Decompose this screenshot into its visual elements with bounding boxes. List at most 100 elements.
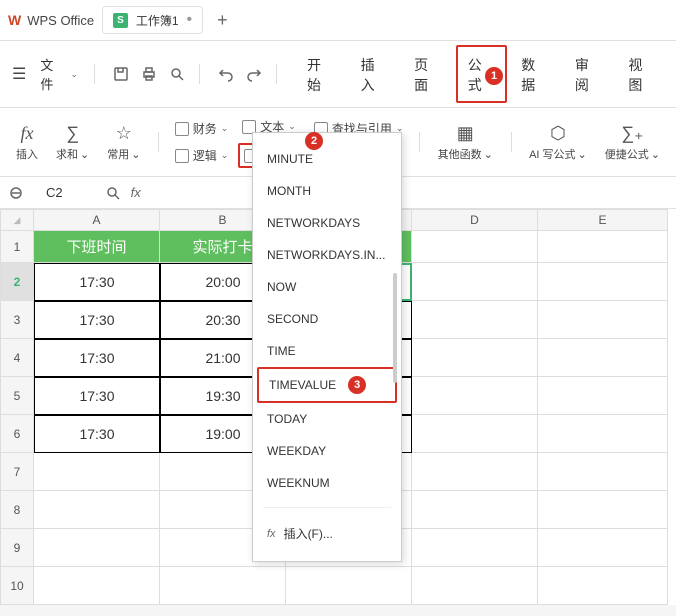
cell[interactable]: 下班时间 — [34, 231, 160, 263]
sigma-icon: ∑ — [66, 122, 79, 144]
cell[interactable] — [412, 567, 538, 605]
cell[interactable] — [538, 263, 668, 301]
quick-icons-2 — [214, 62, 266, 86]
row-header[interactable]: 4 — [0, 339, 34, 377]
cell[interactable] — [412, 415, 538, 453]
row-header[interactable]: 2 — [0, 263, 34, 301]
cell[interactable] — [538, 377, 668, 415]
dropdown-item-networkdays[interactable]: NETWORKDAYS — [253, 207, 401, 239]
cell[interactable] — [538, 491, 668, 529]
cell[interactable] — [412, 339, 538, 377]
divider — [199, 64, 200, 84]
cell[interactable] — [538, 529, 668, 567]
row-header[interactable]: 8 — [0, 491, 34, 529]
row-header[interactable]: 9 — [0, 529, 34, 567]
cell[interactable] — [412, 453, 538, 491]
tab-视图[interactable]: 视图 — [616, 45, 668, 103]
dropdown-item-weekday[interactable]: WEEKDAY — [253, 435, 401, 467]
callout-2: 2 — [305, 132, 323, 150]
cell[interactable] — [160, 567, 286, 605]
cell[interactable] — [538, 453, 668, 491]
cell[interactable] — [412, 301, 538, 339]
fx-icon[interactable]: fx — [131, 185, 141, 200]
row-header[interactable]: 5 — [0, 377, 34, 415]
finance-button[interactable]: 财务⌄ — [171, 118, 233, 139]
dropdown-item-time[interactable]: TIME — [253, 335, 401, 367]
col-header[interactable]: E — [538, 209, 668, 231]
ai-formula-button[interactable]: ⬡ AI 写公式⌄ — [523, 122, 593, 162]
redo-icon[interactable] — [242, 62, 266, 86]
cell[interactable]: 17:30 — [34, 301, 160, 339]
cell[interactable] — [538, 339, 668, 377]
tab-页面[interactable]: 页面 — [402, 45, 454, 103]
snippet-icon: ∑₊ — [621, 122, 643, 144]
spreadsheet-icon: S — [113, 13, 128, 28]
time-dropdown: MINUTEMONTHNETWORKDAYSNETWORKDAYS.IN...N… — [252, 132, 402, 562]
file-menu[interactable]: 文件 ⌄ — [34, 51, 84, 97]
search-icon[interactable] — [105, 185, 121, 201]
cell[interactable] — [412, 263, 538, 301]
cell[interactable] — [538, 231, 668, 263]
row-header[interactable]: 6 — [0, 415, 34, 453]
row-header[interactable]: 3 — [0, 301, 34, 339]
snippet-button[interactable]: ∑₊ 便捷公式⌄ — [599, 122, 666, 162]
doc-tab[interactable]: S 工作簿1 • — [102, 6, 203, 34]
preview-icon[interactable] — [165, 62, 189, 86]
cell[interactable]: 17:30 — [34, 263, 160, 301]
row-header[interactable]: 7 — [0, 453, 34, 491]
cell[interactable] — [412, 231, 538, 263]
cell[interactable] — [412, 377, 538, 415]
tab-审阅[interactable]: 审阅 — [563, 45, 615, 103]
cell[interactable]: 17:30 — [34, 377, 160, 415]
dropdown-item-now[interactable]: NOW — [253, 271, 401, 303]
dropdown-item-month[interactable]: MONTH — [253, 175, 401, 207]
modified-dot-icon: • — [187, 11, 193, 29]
other-fn-button[interactable]: ▦ 其他函数⌄ — [432, 122, 499, 162]
print-icon[interactable] — [137, 62, 161, 86]
quick-icons — [109, 62, 189, 86]
hamburger-icon[interactable]: ☰ — [8, 64, 30, 84]
dropdown-item-timevalue[interactable]: TIMEVALUE3 — [257, 367, 397, 403]
dropdown-item-weeknum[interactable]: WEEKNUM — [253, 467, 401, 499]
cell[interactable] — [286, 567, 412, 605]
row-header[interactable]: 10 — [0, 567, 34, 605]
cell[interactable] — [412, 529, 538, 567]
select-all-corner[interactable] — [0, 209, 34, 231]
col-header[interactable]: A — [34, 209, 160, 231]
brand-text: WPS Office — [27, 13, 94, 28]
sum-button[interactable]: ∑ 求和⌄ — [50, 122, 95, 162]
dropdown-item-today[interactable]: TODAY — [253, 403, 401, 435]
tab-插入[interactable]: 插入 — [349, 45, 401, 103]
cell[interactable] — [538, 567, 668, 605]
dropdown-item-second[interactable]: SECOND — [253, 303, 401, 335]
tab-开始[interactable]: 开始 — [295, 45, 347, 103]
dropdown-item-networkdays.in...[interactable]: NETWORKDAYS.IN... — [253, 239, 401, 271]
name-box[interactable]: C2 — [34, 183, 95, 202]
dropdown-item-minute[interactable]: MINUTE — [253, 143, 401, 175]
cell[interactable] — [538, 301, 668, 339]
cell[interactable]: 17:30 — [34, 415, 160, 453]
link-icon[interactable] — [8, 185, 24, 201]
cell[interactable]: 17:30 — [34, 339, 160, 377]
row-header[interactable]: 1 — [0, 231, 34, 263]
wps-logo-icon: W — [8, 12, 21, 28]
cell[interactable] — [34, 567, 160, 605]
menu-bar: ☰ 文件 ⌄ 开始插入页面公式数据审阅视图 — [0, 41, 676, 108]
cell[interactable] — [34, 491, 160, 529]
new-tab-button[interactable]: + — [211, 10, 234, 31]
insert-fn-button[interactable]: fx 插入 — [10, 122, 44, 162]
cell[interactable] — [412, 491, 538, 529]
col-header[interactable]: D — [412, 209, 538, 231]
scrollbar[interactable] — [393, 273, 397, 383]
undo-icon[interactable] — [214, 62, 238, 86]
box-icon — [175, 149, 189, 163]
save-icon[interactable] — [109, 62, 133, 86]
common-button[interactable]: ☆ 常用⌄ — [101, 122, 146, 162]
logic-button[interactable]: 逻辑⌄ — [171, 145, 233, 166]
divider — [276, 64, 277, 84]
cell[interactable] — [538, 415, 668, 453]
tab-数据[interactable]: 数据 — [509, 45, 561, 103]
cell[interactable] — [34, 453, 160, 491]
dropdown-insert-function[interactable]: fx插入(F)... — [253, 516, 401, 551]
cell[interactable] — [34, 529, 160, 567]
